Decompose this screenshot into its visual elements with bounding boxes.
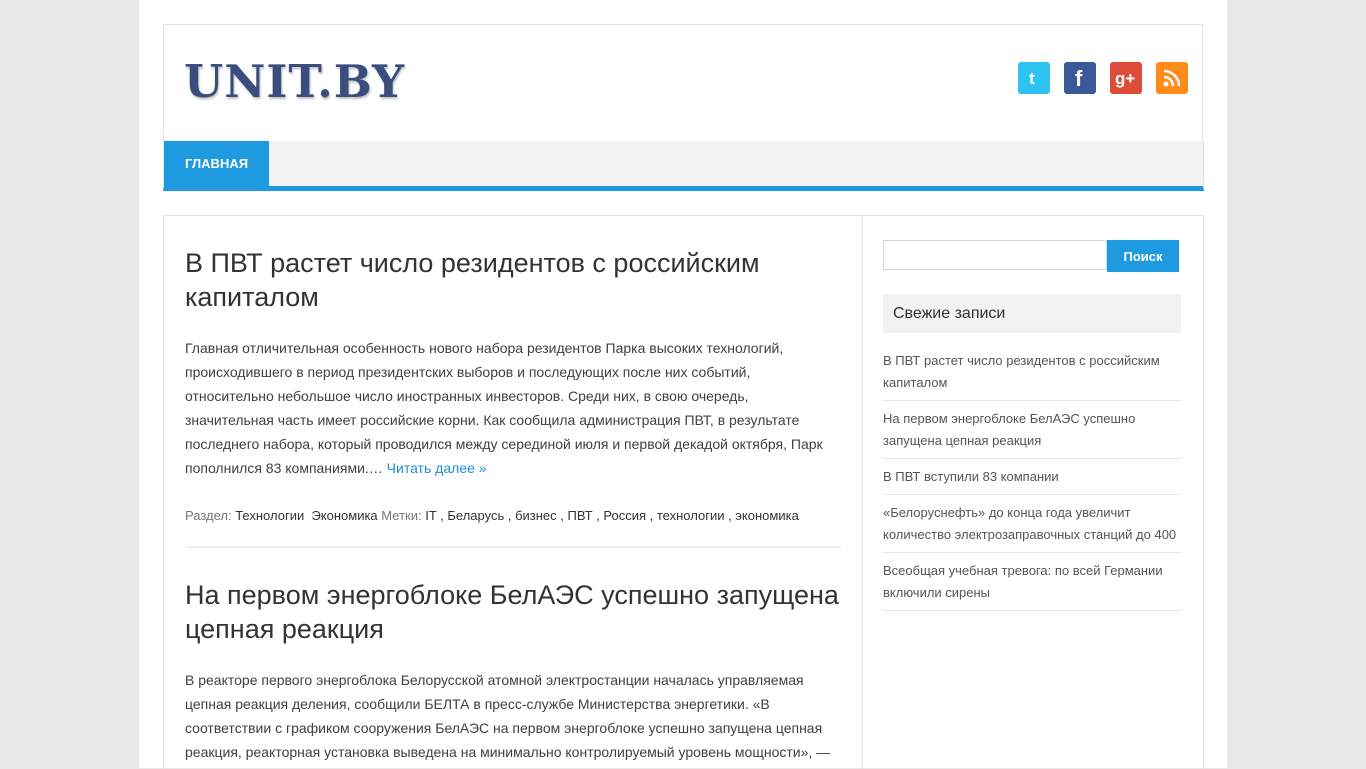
recent-post-link[interactable]: В ПВТ растет число резидентов с российск… [883,347,1181,401]
rss-icon[interactable] [1156,62,1188,94]
search-button[interactable]: Поиск [1107,240,1179,272]
recent-post-link[interactable]: На первом энергоблоке БелАЭС успешно зап… [883,405,1181,459]
twitter-icon[interactable]: t [1018,62,1050,94]
google-plus-icon[interactable]: g+ [1110,62,1142,94]
read-more-link[interactable]: Читать далее » [387,460,487,476]
tag-links[interactable]: IT , Беларусь , бизнес , ПВТ , Россия , … [425,508,799,523]
post-article: В ПВТ растет число резидентов с российск… [185,246,841,548]
facebook-icon[interactable]: f [1064,62,1096,94]
post-list: В ПВТ растет число резидентов с российск… [164,216,863,769]
content-area: В ПВТ растет число резидентов с российск… [163,215,1204,769]
post-excerpt-text: Главная отличительная особенность нового… [185,340,823,476]
site-header: UNIT.BY t f g+ [163,24,1203,141]
svg-text:t: t [1029,69,1035,88]
site-logo[interactable]: UNIT.BY [184,55,405,108]
social-icons: t f g+ [1018,62,1188,94]
recent-post-link[interactable]: «Белоруснефть» до конца года увеличит ко… [883,499,1181,553]
post-meta: Раздел: Технологии Экономика Метки: IT ,… [185,508,841,548]
post-article: На первом энергоблоке БелАЭС успешно зап… [185,578,841,764]
section-label: Раздел: [185,508,232,523]
section-links[interactable]: Технологии Экономика [235,508,377,523]
post-title[interactable]: На первом энергоблоке БелАЭС успешно зап… [185,578,841,646]
tags-label: Метки: [381,508,422,523]
recent-post-link[interactable]: Всеобщая учебная тревога: по всей Герман… [883,557,1181,611]
svg-text:f: f [1075,67,1083,89]
search-input[interactable] [883,240,1107,270]
recent-post-link[interactable]: В ПВТ вступили 83 компании [883,463,1181,495]
recent-posts-list: В ПВТ растет число резидентов с российск… [883,347,1181,615]
post-excerpt: Главная отличительная особенность нового… [185,336,841,480]
post-title[interactable]: В ПВТ растет число резидентов с российск… [185,246,841,314]
page-wrapper: UNIT.BY t f g+ Главная [139,0,1227,769]
nav-item-home[interactable]: Главная [164,141,270,186]
post-excerpt: В реакторе первого энергоблока Белорусск… [185,672,831,760]
svg-text:g+: g+ [1115,69,1135,88]
main-nav: Главная [163,141,1204,191]
recent-posts-title: Свежие записи [883,294,1181,333]
